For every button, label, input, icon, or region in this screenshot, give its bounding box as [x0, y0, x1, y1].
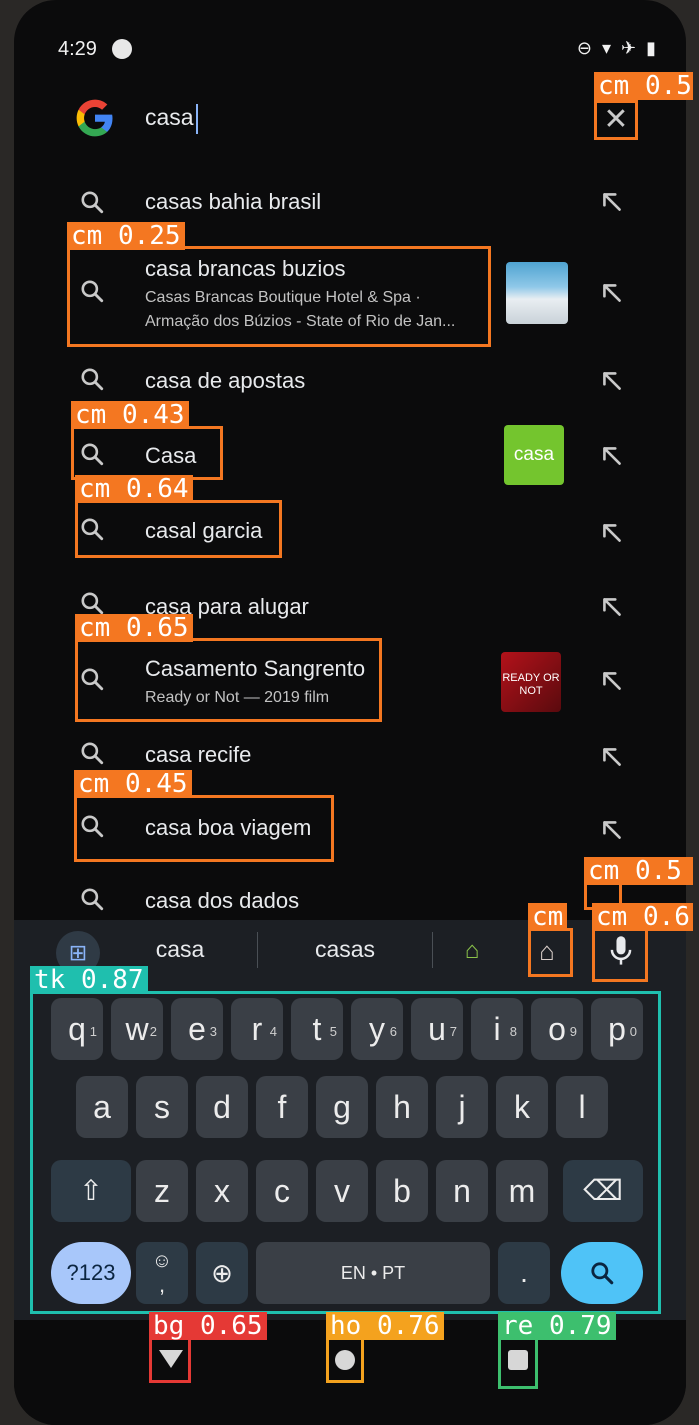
detection-box [74, 795, 334, 862]
fill-query-arrow-icon[interactable] [599, 189, 625, 215]
detection-label: cm 0.6 [592, 903, 693, 931]
fill-query-arrow-icon[interactable] [599, 817, 625, 843]
detection-box [594, 100, 638, 140]
suggestion-text: casas bahia brasil [145, 189, 322, 214]
word-suggestion[interactable]: casa [134, 936, 226, 963]
suggestion-text: casa dos dados [145, 888, 300, 913]
status-time: 4:29 [58, 38, 97, 60]
detection-label: re 0.79 [498, 1312, 616, 1340]
search-icon [79, 189, 105, 215]
house-garden-emoji-icon[interactable]: ⌂ [456, 936, 488, 966]
detection-box [528, 928, 573, 977]
fill-query-arrow-icon[interactable] [599, 668, 625, 694]
detection-box [592, 928, 648, 982]
detection-box [75, 500, 282, 558]
suggestion-text: casa recife [145, 742, 252, 767]
detection-label: cm 0.45 [74, 770, 192, 798]
detection-label: ho 0.76 [326, 1312, 444, 1340]
status-icons: ⊖ ▾ ✈ ▮ [577, 38, 656, 59]
movie-poster-thumbnail: READY OR NOT [501, 652, 561, 712]
fill-query-arrow-icon[interactable] [599, 594, 625, 620]
fill-query-arrow-icon[interactable] [599, 280, 625, 306]
detection-label: tk 0.87 [30, 966, 148, 994]
detection-label: cm 0.25 [67, 222, 185, 250]
detection-label: bg 0.65 [149, 1312, 267, 1340]
fill-query-arrow-icon[interactable] [599, 744, 625, 770]
detection-box [67, 246, 491, 347]
detection-box [149, 1336, 191, 1383]
divider [432, 932, 433, 968]
detection-box [30, 991, 661, 1314]
detection-box [71, 426, 223, 480]
suggestion-text: casa de apostas [145, 368, 306, 393]
search-icon [79, 740, 105, 766]
detection-box [326, 1336, 364, 1383]
fill-query-arrow-icon[interactable] [599, 368, 625, 394]
dnd-icon: ⊖ [576, 38, 592, 58]
search-icon [79, 886, 105, 912]
detection-label: cm 0.43 [71, 401, 189, 429]
detection-label: cm 0.64 [75, 475, 193, 503]
search-icon [79, 366, 105, 392]
casa-logo-thumbnail: casa [504, 425, 564, 485]
detection-label: cm [528, 903, 568, 931]
divider [257, 932, 258, 968]
fill-query-arrow-icon[interactable] [599, 520, 625, 546]
detection-box [75, 638, 382, 722]
hotel-thumbnail [506, 262, 568, 324]
google-logo-icon [76, 99, 113, 137]
detection-label: cm 0.5 [584, 857, 693, 885]
detection-label: cm 0.65 [75, 614, 193, 642]
cast-icon [112, 39, 132, 59]
detection-box [498, 1336, 538, 1389]
airplane-icon: ✈ [621, 38, 637, 58]
wifi-icon: ▾ [601, 38, 611, 58]
text-cursor [196, 104, 198, 134]
fill-query-arrow-icon[interactable] [599, 443, 625, 469]
battery-icon: ▮ [646, 38, 656, 58]
search-input[interactable]: casa [145, 104, 194, 131]
word-suggestion[interactable]: casas [297, 936, 393, 963]
detection-label: cm 0.5 [594, 72, 693, 100]
